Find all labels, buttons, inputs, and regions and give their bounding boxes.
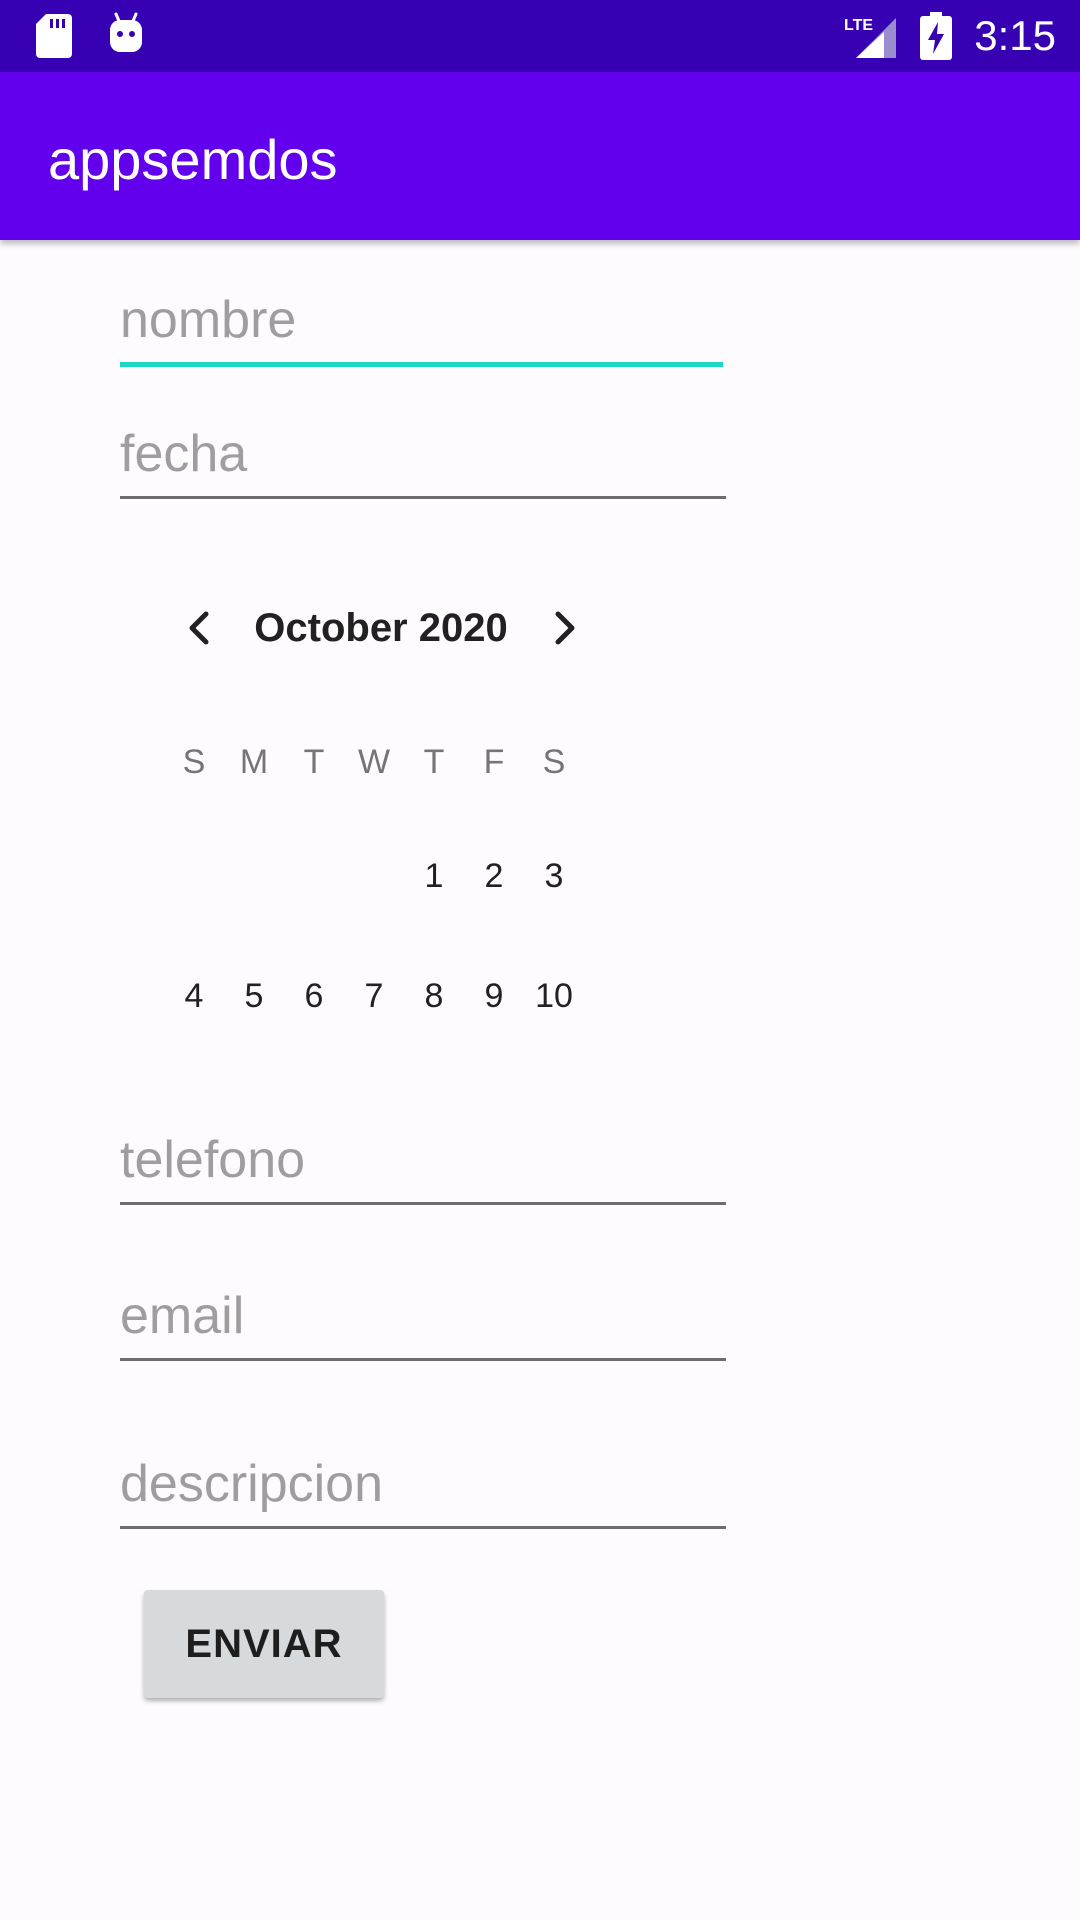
svg-text:LTE: LTE [844, 17, 873, 34]
chevron-right-icon[interactable] [536, 600, 592, 656]
weekday-label: T [303, 743, 325, 781]
calendar-day[interactable]: 10 [524, 974, 584, 1018]
chevron-left-icon[interactable] [172, 600, 228, 656]
email-input[interactable] [120, 1286, 726, 1346]
app-title: appsemdos [48, 128, 338, 191]
calendar-day[interactable]: 4 [164, 974, 224, 1018]
calendar-day[interactable]: 1 [404, 854, 464, 898]
weekday-label: F [483, 743, 505, 781]
fecha-input[interactable] [120, 424, 726, 484]
calendar-day[interactable]: 9 [464, 974, 524, 1018]
fecha-field[interactable] [120, 416, 726, 499]
status-bar: LTE 3:15 [0, 0, 1080, 72]
telefono-field[interactable] [120, 1122, 726, 1205]
email-field[interactable] [120, 1278, 726, 1361]
weekday-label: T [423, 743, 445, 781]
nombre-field[interactable] [120, 282, 723, 367]
weekday-label: S [542, 743, 566, 781]
battery-charging-icon [920, 12, 952, 60]
signal-icon: LTE [844, 17, 896, 58]
status-clock: 3:15 [974, 12, 1056, 59]
telefono-input[interactable] [120, 1130, 726, 1190]
calendar-day[interactable]: 7 [344, 974, 404, 1018]
weekday-label: M [239, 743, 269, 781]
enviar-button[interactable]: ENVIAR [144, 1590, 384, 1698]
weekday-label: W [357, 743, 391, 781]
calendar-month-label: October 2020 [254, 606, 508, 650]
descripcion-input[interactable] [120, 1454, 726, 1514]
nombre-input[interactable] [120, 290, 723, 350]
calendar-day[interactable]: 3 [524, 854, 584, 898]
android-icon [110, 12, 142, 52]
weekday-label: S [182, 743, 206, 781]
calendar-day[interactable]: 2 [464, 854, 524, 898]
calendar-day[interactable]: 8 [404, 974, 464, 1018]
calendar-day[interactable]: 6 [284, 974, 344, 1018]
sd-card-icon [36, 14, 72, 58]
calendar-day[interactable]: 5 [224, 974, 284, 1018]
calendar-header: October 2020 [160, 580, 600, 670]
descripcion-field[interactable] [120, 1446, 726, 1529]
app-bar: appsemdos [0, 72, 1080, 240]
